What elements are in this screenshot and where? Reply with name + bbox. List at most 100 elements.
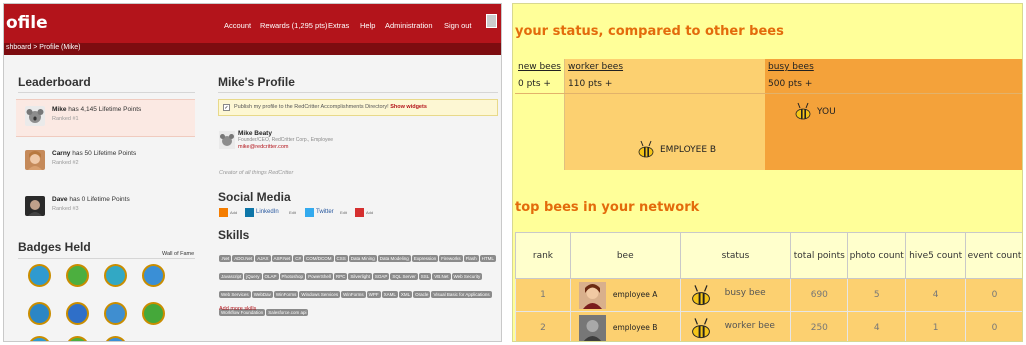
skill-tag[interactable]: Data Modeling [377,255,411,262]
wall-of-fame-link[interactable]: Wall of Fame [162,251,194,257]
social-add-link[interactable]: Add [366,210,373,215]
badge-icon[interactable] [28,302,51,325]
skill-tag[interactable]: ASP.Net [271,255,293,262]
employee-marker: EMPLOYEE B [636,139,716,159]
bee-name[interactable]: employee A [613,290,658,299]
nav-rewards[interactable]: Rewards (1,295 pts) [260,21,328,30]
linkedin-link[interactable]: LinkedIn [256,209,279,215]
badge-icon[interactable] [66,336,89,341]
skill-tag[interactable]: XML [398,291,413,298]
bee-name[interactable]: employee B [613,323,658,332]
col-hive5-count[interactable]: hive5 count [905,232,967,279]
linkedin-icon[interactable] [245,208,254,217]
skill-tag[interactable]: Flash [463,255,479,262]
skill-tag[interactable]: HTML [479,255,496,262]
profile-panel: ofile Account Rewards (1,295 pts) Extras… [3,3,502,342]
nav-administration[interactable]: Administration [385,21,433,30]
bee-icon [795,102,811,120]
skill-tag[interactable]: Oracle [413,291,431,298]
skill-tag[interactable]: SOAP [372,273,390,280]
leaderboard-entry[interactable]: Mike has 4,145 Lifetime Points Ranked #1 [16,99,195,137]
social-add-link[interactable]: Add [230,210,237,215]
profile-email[interactable]: mike@redcritter.com [238,144,289,150]
skill-tag[interactable]: .Net [219,255,232,262]
badge-icon[interactable] [142,302,165,325]
leader-name[interactable]: Dave [52,196,68,203]
nav-extras[interactable]: Extras [328,21,349,30]
twitter-icon[interactable] [305,208,314,217]
badge-icon[interactable] [28,336,51,341]
badge-icon[interactable] [104,264,127,287]
bee-icon [691,318,710,339]
skill-tag[interactable]: VB.Net [432,273,451,280]
skill-tag[interactable]: Javascript [219,273,244,280]
social-edit-link[interactable]: Edit [289,210,296,215]
divider [18,258,195,259]
badge-icon[interactable] [66,302,89,325]
social-edit-link[interactable]: Edit [340,210,347,215]
skill-tag[interactable]: Silverlight [348,273,372,280]
skill-tag[interactable]: Expression [411,255,439,262]
avatar[interactable] [578,282,606,309]
blogger-icon[interactable] [219,208,228,217]
table-row[interactable]: 2 employee B worker bee 250 4 1 0 [515,311,1022,342]
skill-tag[interactable]: Photoshop [279,273,306,280]
badge-icon[interactable] [104,302,127,325]
skill-tag[interactable]: WinForms [341,291,366,298]
breadcrumb[interactable]: shboard > Profile (Mike) [6,44,81,51]
table-row[interactable]: 1 employee A busy bee 690 5 4 0 [515,278,1022,312]
you-label: YOU [817,107,836,117]
skill-tag[interactable]: Data Mining [348,255,377,262]
leaderboard-entry[interactable]: Carny has 50 Lifetime Points Ranked #2 [16,144,195,182]
publish-checkbox[interactable]: ✓ [223,104,230,111]
youtube-icon[interactable] [355,208,364,217]
skill-tag[interactable]: Fireworks [439,255,463,262]
skill-tag[interactable]: COM/DCOM [304,255,334,262]
skill-tag[interactable]: OLAP [262,273,279,280]
skill-tag[interactable]: AJAX [255,255,271,262]
skill-tag[interactable]: WPF [366,291,381,298]
skill-tag[interactable]: C# [293,255,303,262]
top-bees-table: rank bee status total points photo count… [515,232,1022,342]
badge-icon[interactable] [66,264,89,287]
nav-sign-out[interactable]: Sign out [444,21,472,30]
leader-name[interactable]: Mike [52,106,66,113]
skill-tag[interactable]: WinForms [273,291,299,298]
show-widgets-link[interactable]: Show widgets [390,104,427,110]
col-total-points[interactable]: total points [790,232,849,279]
skill-tag[interactable]: CSS [334,255,348,262]
col-event-count[interactable]: event count [965,232,1022,279]
skill-tag[interactable]: Web Security [451,273,483,280]
you-marker: YOU [793,101,836,121]
skill-tag[interactable]: PowerShell [306,273,333,280]
skill-tag[interactable]: Web Services [219,291,251,298]
skill-tag[interactable]: SSL [418,273,432,280]
user-avatar[interactable] [486,14,497,28]
col-bee[interactable]: bee [569,232,681,279]
leaderboard-entry[interactable]: Dave has 0 Lifetime Points Ranked #3 [16,190,195,228]
skill-tag[interactable]: SQL Server [390,273,418,280]
skill-tag[interactable]: Visual Basic for Applications [431,291,492,298]
badge-icon[interactable] [104,336,127,341]
leader-name[interactable]: Carny [52,150,70,157]
skill-tag[interactable]: WebDav [251,291,273,298]
col-photo-count[interactable]: photo count [847,232,907,279]
add-skills-link[interactable]: Add more skills [219,306,256,312]
bee-status: busy bee [724,288,766,298]
col-status[interactable]: status [679,232,792,279]
badge-icon[interactable] [142,264,165,287]
leader-rank: Ranked #3 [52,206,79,212]
avatar[interactable] [578,315,606,342]
bee-icon [691,285,710,306]
nav-account[interactable]: Account [224,21,251,30]
col-rank[interactable]: rank [515,232,571,279]
skill-tag[interactable]: ADO.Net [232,255,255,262]
skill-tag[interactable]: Salesforce.com api [266,309,309,316]
skill-tag[interactable]: XAML [381,291,398,298]
skill-tag[interactable]: RPC [333,273,348,280]
skill-tag[interactable]: Windows Services [299,291,341,298]
badge-icon[interactable] [28,264,51,287]
skill-tag[interactable]: jQuery [244,273,262,280]
nav-help[interactable]: Help [360,21,375,30]
twitter-link[interactable]: Twitter [316,209,334,215]
